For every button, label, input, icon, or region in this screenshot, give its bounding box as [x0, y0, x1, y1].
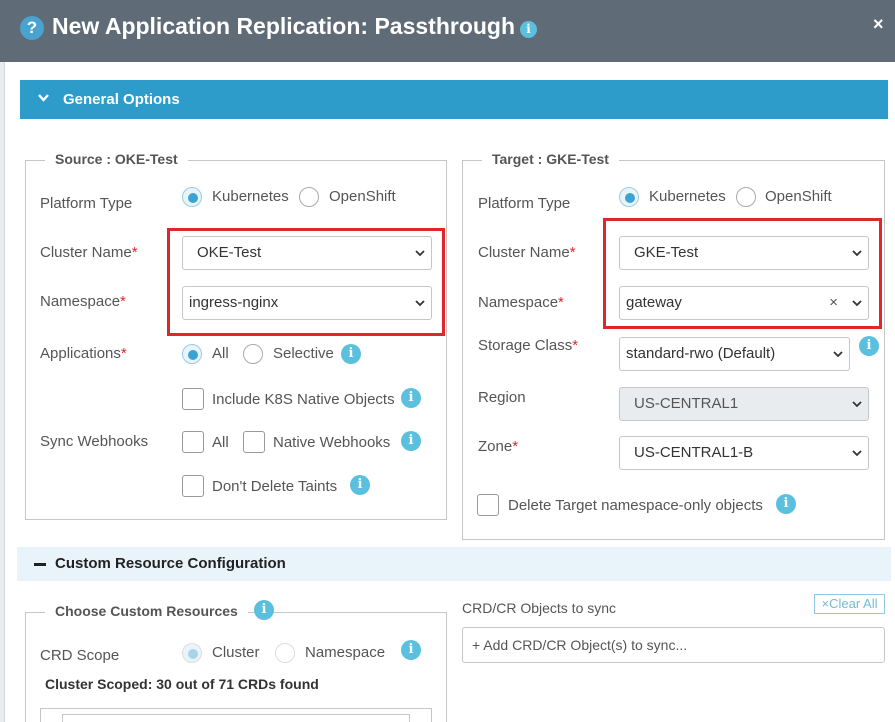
source-legend: Source : OKE-Test — [45, 151, 188, 167]
target-namespace-label: Namespace* — [478, 294, 564, 311]
dont-delete-taints-checkbox[interactable] — [182, 475, 204, 497]
target-radio-kubernetes[interactable] — [619, 187, 639, 207]
taints-info-icon[interactable]: i — [350, 475, 370, 495]
general-options-label: General Options — [63, 91, 180, 108]
clear-all-button[interactable]: ×Clear All — [814, 594, 885, 614]
include-k8s-info-icon[interactable]: i — [401, 388, 421, 408]
applications-radio-selective[interactable] — [243, 344, 263, 364]
delete-ns-only-checkbox[interactable] — [477, 494, 499, 516]
target-namespace-select[interactable]: gateway × — [619, 286, 869, 320]
sync-webhooks-label: Sync Webhooks — [40, 433, 149, 450]
chevron-down-icon — [415, 300, 425, 307]
crd-objects-label: CRD/CR Objects to sync — [462, 600, 617, 616]
source-panel — [25, 160, 447, 520]
webhook-all-label: All — [212, 434, 229, 451]
source-cluster-label: Cluster Name* — [40, 244, 138, 261]
target-cluster-select[interactable]: GKE-Test — [619, 236, 869, 270]
include-k8s-label: Include K8S Native Objects — [212, 391, 395, 408]
chevron-down-icon — [852, 250, 862, 257]
region-label: Region — [478, 389, 526, 406]
source-radio-kubernetes[interactable] — [182, 187, 202, 207]
title-info-icon[interactable]: i — [520, 21, 537, 38]
webhook-native-label: Native Webhooks — [273, 434, 391, 451]
help-icon: ? — [20, 16, 44, 40]
webhooks-info-icon[interactable]: i — [401, 431, 421, 451]
chevron-down-icon — [833, 351, 843, 358]
collapse-icon[interactable] — [34, 563, 46, 566]
include-k8s-checkbox[interactable] — [182, 388, 204, 410]
chevron-down-icon — [852, 300, 862, 307]
chevron-down-icon — [852, 401, 862, 408]
scope-radio-namespace-label: Namespace — [305, 644, 386, 661]
source-namespace-select[interactable]: ingress-nginx — [182, 286, 432, 320]
storage-class-select[interactable]: standard-rwo (Default) — [619, 337, 850, 371]
source-radio-kubernetes-label: Kubernetes — [212, 188, 289, 205]
source-radio-openshift-label: OpenShift — [329, 188, 396, 205]
left-edge — [0, 62, 5, 722]
scope-radio-cluster-label: Cluster — [212, 644, 260, 661]
scope-radio-namespace[interactable] — [275, 643, 295, 663]
source-cluster-select[interactable]: OKE-Test — [182, 236, 432, 270]
dialog-title: New Application Replication: Passthrough — [52, 13, 516, 39]
target-radio-kubernetes-label: Kubernetes — [649, 188, 726, 205]
source-cluster-value: OKE-Test — [197, 244, 262, 261]
source-platform-label: Platform Type — [40, 195, 133, 212]
target-radio-openshift-label: OpenShift — [765, 188, 832, 205]
target-platform-label: Platform Type — [478, 195, 571, 212]
choose-cr-info-icon[interactable]: i — [254, 600, 274, 620]
delete-ns-info-icon[interactable]: i — [776, 494, 796, 514]
applications-radio-all-label: All — [212, 345, 229, 362]
storage-class-value: standard-rwo (Default) — [626, 345, 776, 362]
region-value: US-CENTRAL1 — [634, 395, 739, 412]
cluster-scoped-count: Cluster Scoped: 30 out of 71 CRDs found — [45, 676, 319, 692]
chevron-down-icon — [415, 250, 425, 257]
target-legend: Target : GKE-Test — [482, 151, 619, 167]
crd-search-input[interactable] — [62, 714, 410, 722]
source-namespace-label: Namespace* — [40, 293, 126, 310]
storage-info-icon[interactable]: i — [859, 336, 879, 356]
clear-all-icon: × — [821, 596, 830, 611]
zone-label: Zone* — [478, 438, 519, 455]
source-applications-label: Applications* — [40, 345, 127, 362]
delete-ns-only-label: Delete Target namespace-only objects — [508, 497, 763, 514]
target-radio-openshift[interactable] — [736, 187, 756, 207]
zone-select[interactable]: US-CENTRAL1-B — [619, 436, 869, 470]
chevron-down-icon — [852, 450, 862, 457]
scope-radio-cluster[interactable] — [182, 643, 202, 663]
target-cluster-value: GKE-Test — [634, 244, 699, 261]
scope-info-icon[interactable]: i — [401, 640, 421, 660]
close-icon[interactable]: × — [873, 14, 884, 35]
storage-class-label: Storage Class* — [478, 337, 579, 354]
target-namespace-value: gateway — [626, 294, 682, 311]
applications-radio-selective-label: Selective — [273, 345, 334, 362]
crd-scope-label: CRD Scope — [40, 647, 120, 664]
applications-radio-all[interactable] — [182, 344, 202, 364]
source-namespace-value: ingress-nginx — [189, 294, 279, 311]
chevron-down-icon[interactable] — [38, 92, 49, 103]
dont-delete-taints-label: Don't Delete Taints — [212, 478, 338, 495]
add-crd-input[interactable]: + Add CRD/CR Object(s) to sync... — [462, 627, 885, 663]
clear-icon[interactable]: × — [829, 287, 838, 319]
webhook-all-checkbox[interactable] — [182, 431, 204, 453]
choose-cr-panel — [25, 612, 447, 722]
applications-info-icon[interactable]: i — [341, 344, 361, 364]
webhook-native-checkbox[interactable] — [243, 431, 265, 453]
choose-cr-legend: Choose Custom Resources — [45, 603, 248, 619]
custom-resource-label: Custom Resource Configuration — [55, 555, 286, 572]
zone-value: US-CENTRAL1-B — [634, 444, 754, 461]
target-cluster-label: Cluster Name* — [478, 244, 576, 261]
region-select: US-CENTRAL1 — [619, 387, 869, 421]
source-radio-openshift[interactable] — [299, 187, 319, 207]
